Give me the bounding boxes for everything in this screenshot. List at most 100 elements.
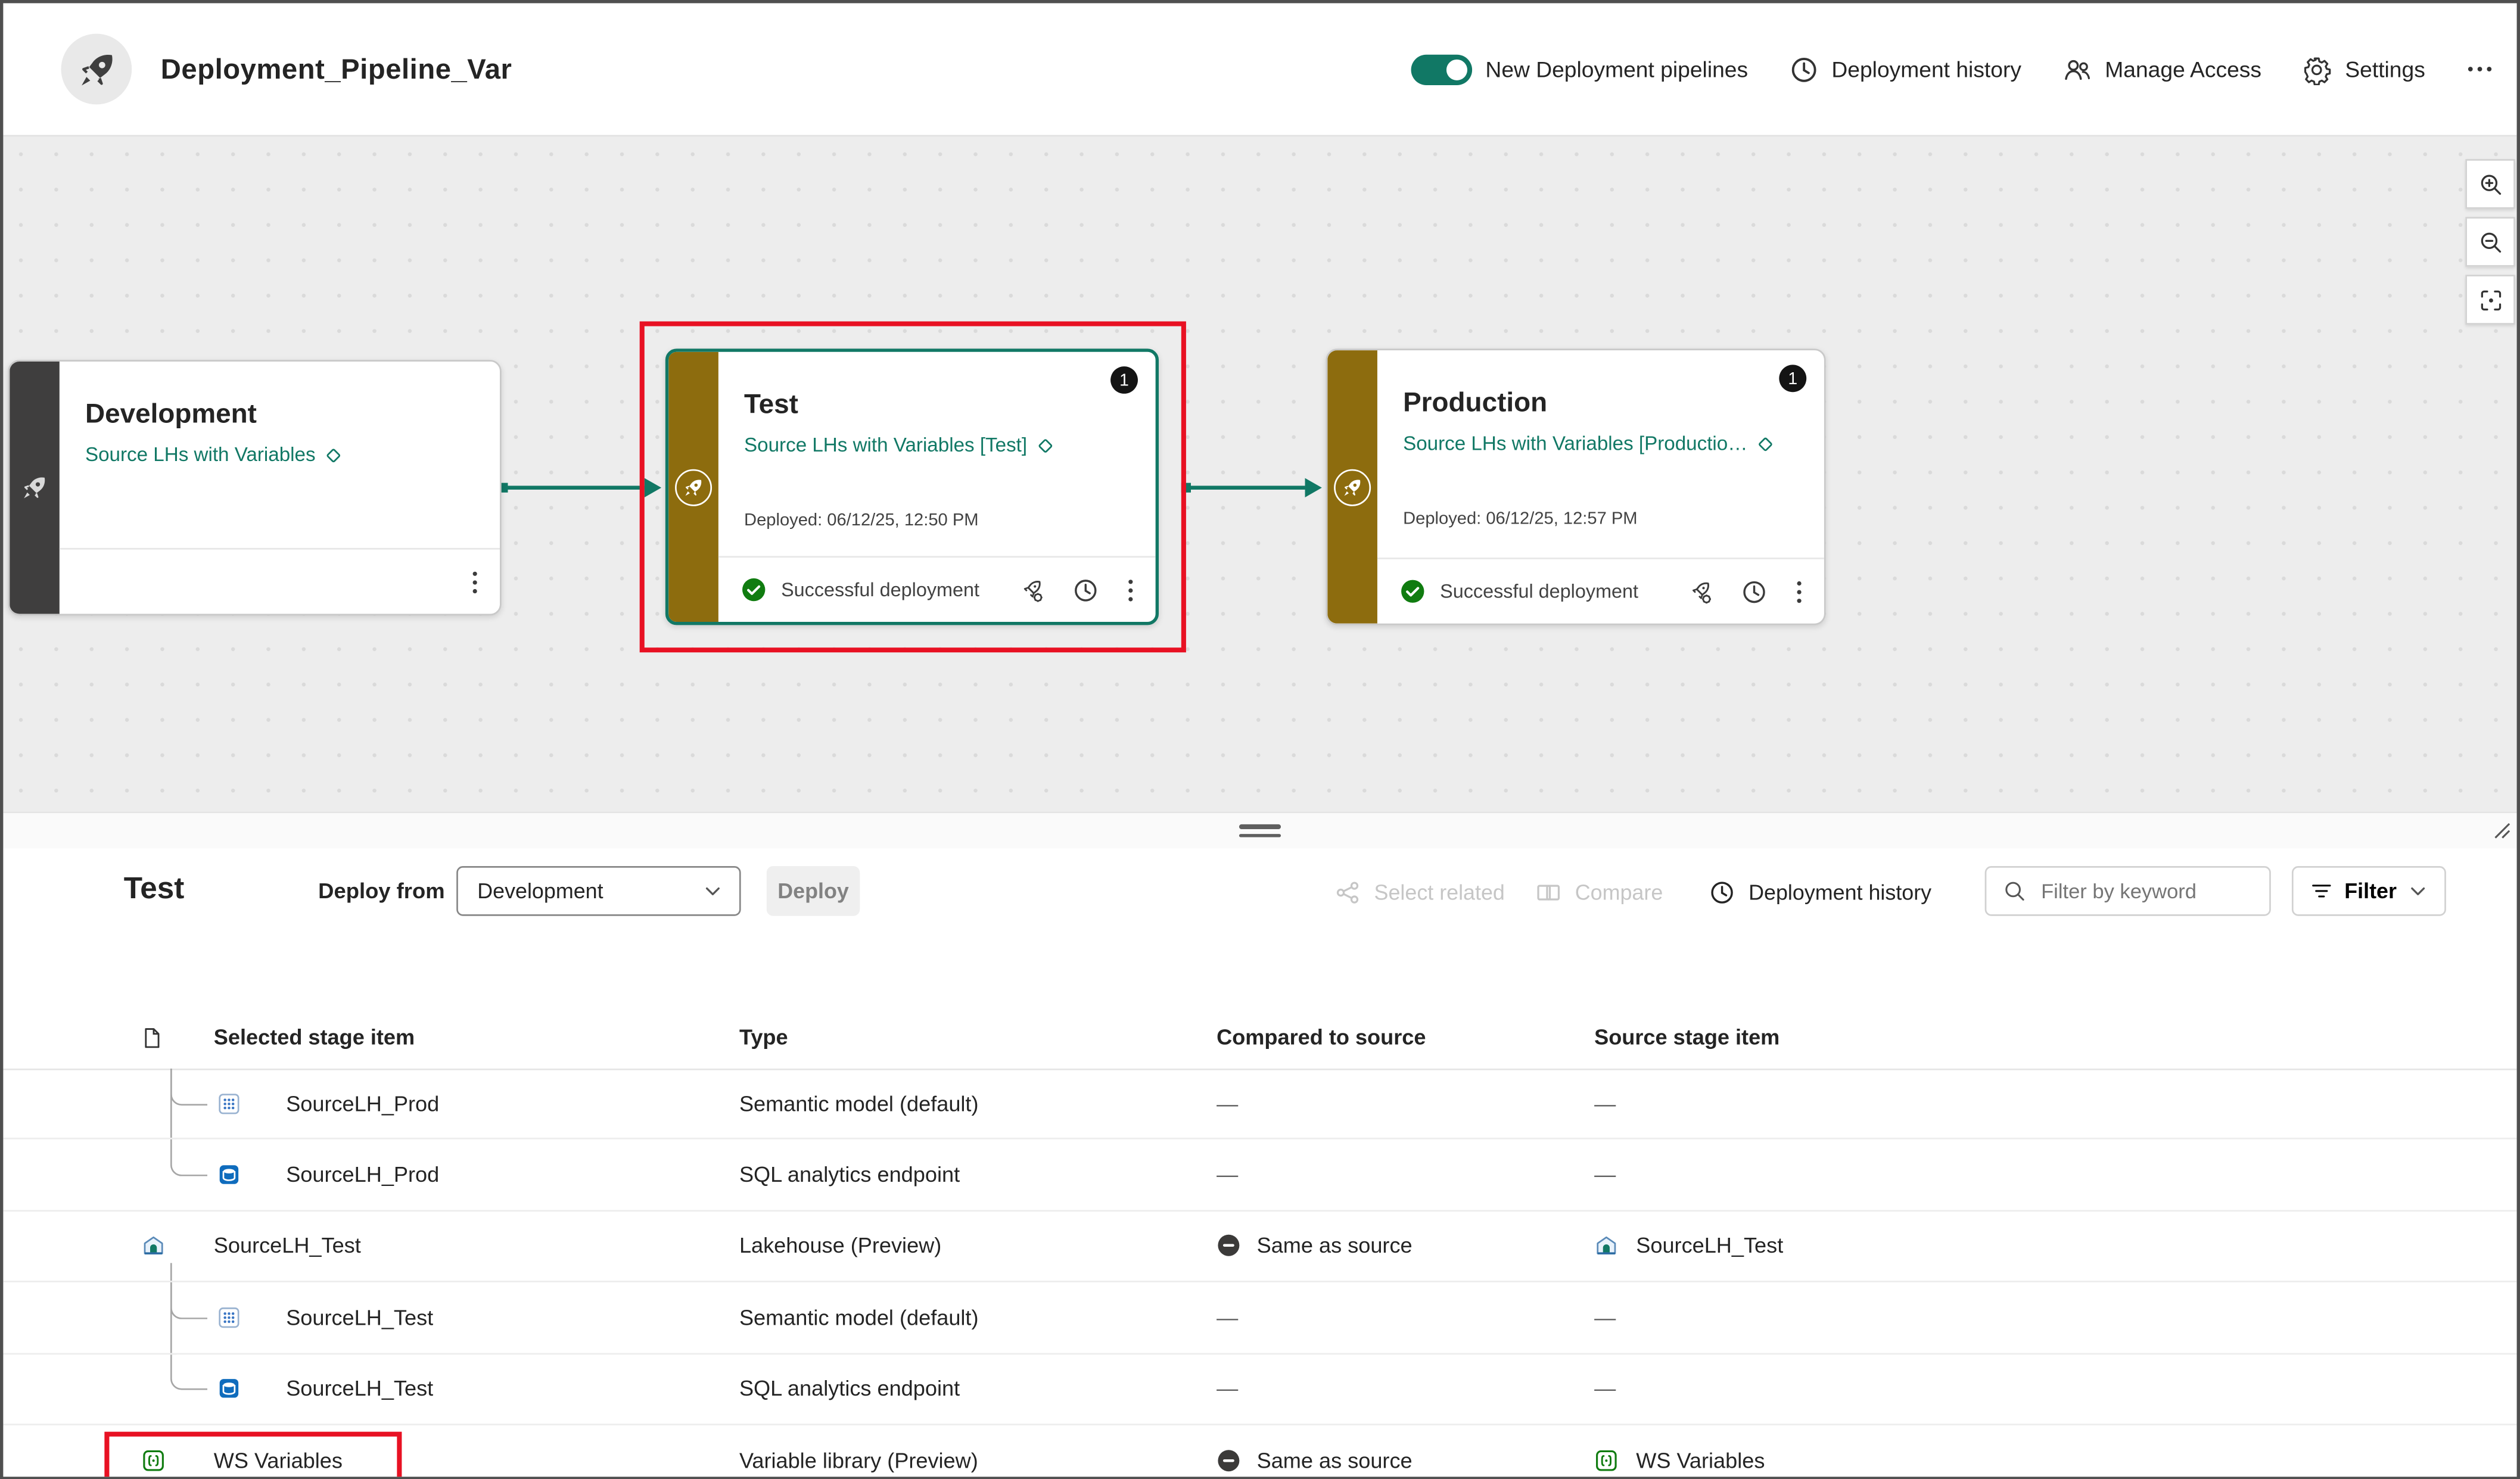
new-pipelines-toggle-group: New Deployment pipelines <box>1411 54 1748 84</box>
deploy-from-dropdown[interactable]: Development <box>456 866 741 916</box>
rocket-icon <box>21 474 48 502</box>
item-type: Semantic model (default) <box>739 1091 979 1115</box>
document-icon <box>140 1023 164 1053</box>
stage-more-icon[interactable] <box>471 568 478 596</box>
deployment-status: Successful deployment <box>741 577 979 602</box>
splitter-drag-handle[interactable] <box>1239 824 1281 837</box>
stage-item-name: SourceLH_Prod <box>286 1163 439 1187</box>
tree-connector <box>170 1069 172 1138</box>
compare-icon <box>1535 879 1562 907</box>
item-type: Variable library (Preview) <box>739 1448 978 1472</box>
chevron-down-icon <box>2408 880 2429 901</box>
deploy-settings-icon[interactable] <box>1018 576 1045 603</box>
compared-status: Same as source <box>1217 1448 1412 1472</box>
stage-item-name: SourceLH_Test <box>286 1377 433 1400</box>
sql-endpoint-icon <box>217 1163 241 1187</box>
toggle-label: New Deployment pipelines <box>1485 57 1748 81</box>
tree-connector <box>170 1069 207 1105</box>
select-related-button[interactable]: Select related <box>1334 879 1505 907</box>
filter-button[interactable]: Filter <box>2292 866 2446 916</box>
stage-item-name: SourceLH_Test <box>214 1234 361 1258</box>
pipeline-canvas[interactable]: Development Source LHs with Variables <box>3 136 2516 811</box>
stage-item-name: SourceLH_Test <box>286 1306 433 1329</box>
table-row[interactable]: SourceLH_Test Lakehouse (Preview) Same as … <box>3 1211 2516 1282</box>
source-dash: — <box>1594 1377 1616 1400</box>
compare-button[interactable]: Compare <box>1535 879 1663 907</box>
table-row[interactable]: SourceLH_ProdSemantic model (default)—— <box>3 1069 2516 1140</box>
zoom-out-button[interactable] <box>2465 217 2515 267</box>
variable-library-icon <box>1594 1448 1618 1472</box>
panel-splitter <box>3 811 2516 848</box>
stage-item-name: WS Variables <box>214 1448 343 1472</box>
table-row[interactable]: SourceLH_ProdSQL analytics endpoint—— <box>3 1140 2516 1212</box>
stage-card-test[interactable]: Test 1 Source LHs with Variables [Test] … <box>665 348 1159 625</box>
source-dash: — <box>1594 1306 1616 1329</box>
workspace-link[interactable]: Source LHs with Variables [Test] <box>744 434 1133 456</box>
stage-name: Development <box>85 397 477 432</box>
keyword-filter-input[interactable] <box>2038 877 2257 905</box>
tree-connector <box>170 1282 207 1319</box>
stage-circle-icon <box>675 468 712 505</box>
column-type: Type <box>739 1025 788 1049</box>
source-dash: — <box>1594 1091 1616 1115</box>
table-header: Selected stage item Type Compared to sou… <box>3 983 2516 1070</box>
filter-icon <box>2309 879 2333 903</box>
table-row[interactable]: WS Variables Variable library (Preview) Sa… <box>3 1425 2516 1479</box>
test-stage-strip <box>668 352 718 622</box>
stage-card-production[interactable]: Production 1 Source LHs with Variables [… <box>1326 348 1826 625</box>
app-window: Deployment_Pipeline_Var New Deployment p… <box>0 0 2520 1479</box>
stage-history-icon[interactable] <box>1741 578 1768 605</box>
more-options-button[interactable] <box>2465 55 2494 84</box>
chevron-down-icon <box>702 880 723 901</box>
workspace-link[interactable]: Source LHs with Variables [Productio… <box>1403 432 1802 455</box>
manage-access-button[interactable]: Manage Access <box>2061 54 2261 84</box>
column-selected-stage-item: Selected stage item <box>214 1025 415 1049</box>
item-type: Semantic model (default) <box>739 1306 979 1329</box>
deployment-status: Successful deployment <box>1400 578 1638 604</box>
table-row[interactable]: SourceLH_TestSQL analytics endpoint—— <box>3 1354 2516 1425</box>
zoom-in-button[interactable] <box>2465 159 2515 209</box>
ellipsis-icon <box>2465 55 2494 84</box>
stage-detail-panel: Test Deploy from Development Deploy Sele… <box>3 848 2516 1475</box>
table-body: SourceLH_ProdSemantic model (default)——S… <box>3 1069 2516 1479</box>
stage-more-icon[interactable] <box>1795 578 1803 605</box>
variable-library-icon <box>141 1448 165 1472</box>
item-type: Lakehouse (Preview) <box>739 1234 941 1258</box>
compared-dash: — <box>1217 1306 1238 1329</box>
workspace-link[interactable]: Source LHs with Variables <box>85 444 477 466</box>
panel-deployment-history-button[interactable]: Deployment history <box>1709 879 1931 907</box>
settings-button[interactable]: Settings <box>2301 54 2425 84</box>
deployed-timestamp: Deployed: 06/12/25, 12:57 PM <box>1403 509 1802 528</box>
tree-connector <box>170 1140 207 1176</box>
history-clock-icon <box>1709 879 1736 907</box>
stage-name: Test <box>744 387 1133 422</box>
item-count-badge: 1 <box>1779 365 1806 392</box>
stage-more-icon[interactable] <box>1127 576 1134 603</box>
column-compared-to-source: Compared to source <box>1217 1025 1426 1049</box>
resize-diagonal-icon[interactable] <box>2491 820 2513 850</box>
table-row[interactable]: SourceLH_Test Semantic model (default) — — <box>3 1282 2516 1354</box>
source-stage-item: WS Variables <box>1594 1448 1765 1472</box>
compared-dash: — <box>1217 1091 1238 1115</box>
compared-status: Same as source <box>1217 1234 1412 1258</box>
item-type: SQL analytics endpoint <box>739 1163 960 1187</box>
deploy-button[interactable]: Deploy <box>767 866 860 916</box>
stage-history-icon[interactable] <box>1072 576 1099 603</box>
deployment-history-button[interactable]: Deployment history <box>1788 54 2021 84</box>
lakehouse-icon <box>1594 1234 1618 1258</box>
canvas-zoom-controls <box>2465 159 2515 325</box>
gear-icon <box>2301 54 2332 84</box>
production-stage-strip <box>1327 350 1377 624</box>
deploy-settings-icon[interactable] <box>1686 578 1713 605</box>
fit-to-screen-button[interactable] <box>2465 275 2515 325</box>
endorsement-diamond-icon <box>1757 435 1775 453</box>
stage-card-development[interactable]: Development Source LHs with Variables <box>8 360 501 615</box>
endorsement-diamond-icon <box>1037 436 1054 454</box>
lakehouse-icon <box>141 1234 165 1258</box>
deploy-from-value: Development <box>477 879 603 903</box>
new-deployment-pipelines-toggle[interactable] <box>1411 54 1473 84</box>
sql-endpoint-icon <box>217 1377 241 1400</box>
panel-stage-title: Test <box>124 873 185 908</box>
semantic-model-icon <box>217 1306 241 1329</box>
search-icon <box>2002 879 2026 903</box>
